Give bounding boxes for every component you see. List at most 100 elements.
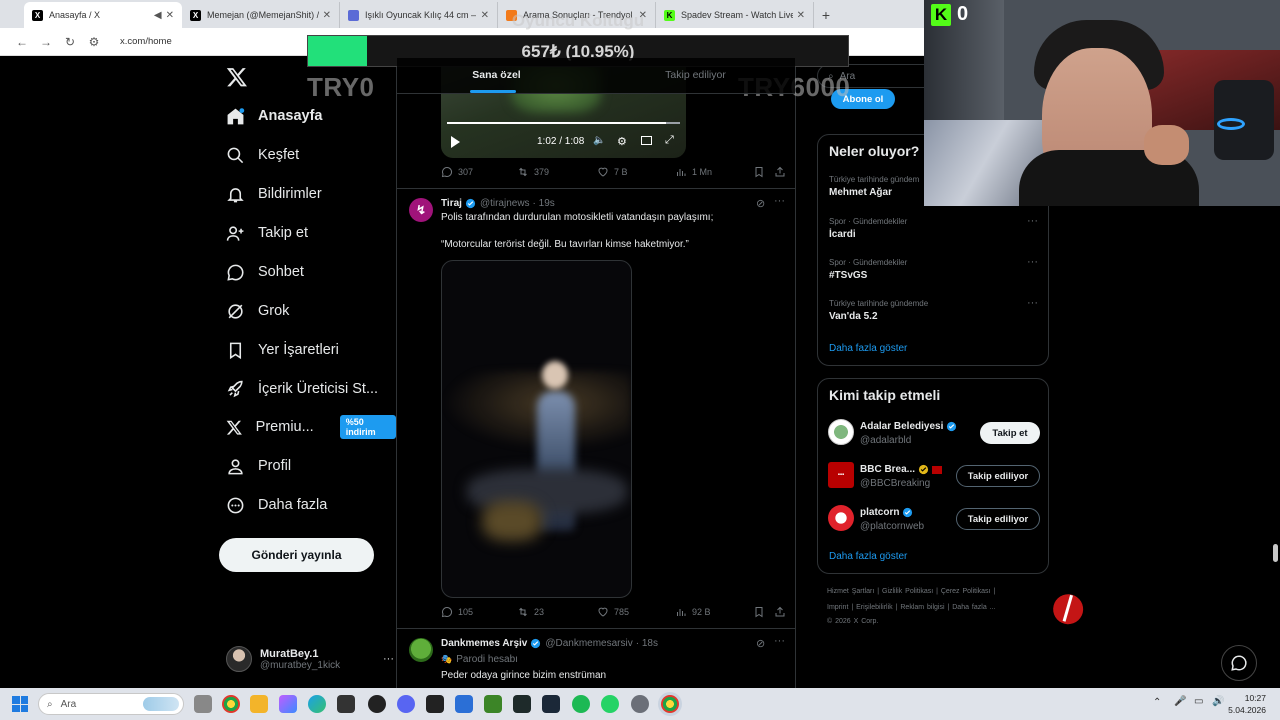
kick-icon: K [931,3,951,26]
post-button[interactable]: Gönderi yayınla [219,538,374,572]
microphone-icon[interactable]: 🎤 [1174,696,1186,707]
more-icon[interactable]: ··· [1027,297,1038,309]
whatsapp-icon[interactable] [601,695,619,713]
account-switcher[interactable]: MuratBey.1 @muratbey_1kick ··· [226,641,394,677]
more-icon[interactable]: ··· [1027,256,1038,268]
follow-button[interactable]: Takip et [980,422,1040,444]
mute-icon[interactable]: ◀︎ [154,10,162,21]
task-view-icon[interactable] [194,695,212,713]
chrome-icon[interactable] [222,695,240,713]
page-scrollbar[interactable] [1273,544,1278,562]
post-avatar[interactable] [409,638,433,662]
spotify-icon[interactable] [572,695,590,713]
steam-icon[interactable] [542,695,560,713]
post-time[interactable]: · 18s [636,638,658,649]
follow-suggestion[interactable]: Adalar Belediyesi @adalarbld Takip et [828,419,1040,453]
nav-item-more[interactable]: Daha fazla [226,491,327,519]
tab-for-you[interactable]: Sana özel [397,58,596,93]
settings-icon[interactable] [631,695,649,713]
grok-icon[interactable]: ⊘ [756,197,765,210]
reply-button[interactable]: 307 [441,166,473,178]
reply-button[interactable]: 105 [441,606,473,618]
chrome-icon[interactable] [661,695,679,713]
bookmark-button[interactable] [753,606,770,618]
start-button[interactable] [12,696,28,712]
volume-icon[interactable]: 🔈 [593,135,605,146]
taskbar-clock[interactable]: 10:27 5.04.2026 [1228,692,1266,716]
copilot-icon[interactable] [279,695,297,713]
repost-button[interactable]: 23 [517,606,544,618]
settings-icon[interactable]: ⚙ [617,135,627,148]
post-author[interactable]: Tiraj [441,198,462,209]
taskbar-search[interactable]: ⌕ Ara [38,693,184,715]
tab-following[interactable]: Takip ediliyor [596,58,795,93]
nav-item-grok[interactable]: Grok [226,297,289,325]
show-more-link[interactable]: Daha fazla göster [829,551,907,562]
nav-item-notifications[interactable]: Bildirimler [226,180,322,208]
messages-button[interactable] [1221,645,1257,681]
video-progress-bar[interactable] [447,122,680,124]
post-author[interactable]: Dankmemes Arşiv [441,638,527,649]
volume-icon[interactable]: 🔊 [1212,696,1224,707]
more-icon[interactable]: ··· [774,195,785,207]
browser-tab[interactable]: X Anasayfa / X ◀︎ ✕ [24,2,182,28]
file-explorer-icon[interactable] [250,695,268,713]
fullscreen-icon[interactable]: ⤢ [665,134,674,147]
discord-icon[interactable] [397,695,415,713]
reload-icon[interactable]: ↻ [58,35,82,49]
pip-icon[interactable] [641,136,652,145]
more-icon[interactable]: ··· [383,653,394,665]
more-icon[interactable]: ··· [1027,215,1038,227]
post-video[interactable] [441,260,632,598]
nav-item-home[interactable]: Anasayfa [226,102,322,130]
views-button[interactable]: 92 B [675,606,711,618]
url-field[interactable]: x.com/home [120,36,172,47]
app-icon[interactable] [513,695,531,713]
nav-item-profile[interactable]: Profil [226,452,291,480]
obs-icon[interactable] [368,695,386,713]
show-more-link[interactable]: Daha fazla göster [829,343,907,354]
play-icon[interactable] [451,136,460,148]
following-button[interactable]: Takip ediliyor [956,465,1040,487]
views-button[interactable]: 1 Mn [675,166,712,178]
nav-item-premium[interactable]: Premiu... %50 indirim [226,413,396,441]
post-time[interactable]: · 19s [533,198,555,209]
nav-item-explore[interactable]: Keşfet [226,141,299,169]
edge-icon[interactable] [308,695,326,713]
share-button[interactable] [774,606,791,618]
site-info-icon[interactable]: ⚙ [82,35,106,49]
nav-item-bookmarks[interactable]: Yer İşaretleri [226,336,339,364]
store-icon[interactable] [337,695,355,713]
close-icon[interactable]: ✕ [166,10,174,21]
post-avatar[interactable]: ↯ [409,198,433,222]
share-button[interactable] [774,166,791,178]
like-button[interactable]: 7 B [597,166,628,178]
nav-item-follow[interactable]: Takip et [226,219,308,247]
trend-title[interactable]: Mehmet Ağar [829,187,892,198]
footer-links[interactable]: Hizmet Şartları | Gizlilik Politikası | … [827,588,995,595]
footer-links[interactable]: Imprint | Erişilebilirlik | Reklam bilgi… [827,604,996,611]
post-handle[interactable]: @Dankmemesarsiv [545,638,632,649]
network-icon[interactable]: ▭ [1194,696,1203,707]
follow-suggestion[interactable]: platcorn @platcornweb Takip ediliyor [828,505,1040,539]
grok-icon[interactable]: ⊘ [756,637,765,650]
trend-title[interactable]: İcardi [829,229,856,240]
more-icon[interactable]: ··· [774,635,785,647]
post-handle[interactable]: @tirajnews [480,198,530,209]
following-button[interactable]: Takip ediliyor [956,508,1040,530]
forward-icon[interactable]: → [34,35,58,49]
follow-suggestion[interactable]: ▪▪▪ BBC Brea... @BBCBreaking Takip edili… [828,462,1040,496]
minecraft-icon[interactable] [484,695,502,713]
x-logo[interactable] [226,66,250,90]
nav-item-chat[interactable]: Sohbet [226,258,304,286]
repost-button[interactable]: 379 [517,166,549,178]
trend-title[interactable]: Van'da 5.2 [829,311,878,322]
capcut-icon[interactable] [426,695,444,713]
tray-chevron-icon[interactable]: ⌃ [1153,697,1161,708]
back-icon[interactable]: ← [10,35,34,49]
trend-title[interactable]: #TSvGS [829,270,867,281]
like-button[interactable]: 785 [597,606,629,618]
nav-item-creator-studio[interactable]: İçerik Üreticisi St... [226,375,378,403]
app-icon[interactable] [455,695,473,713]
bookmark-button[interactable] [753,166,770,178]
